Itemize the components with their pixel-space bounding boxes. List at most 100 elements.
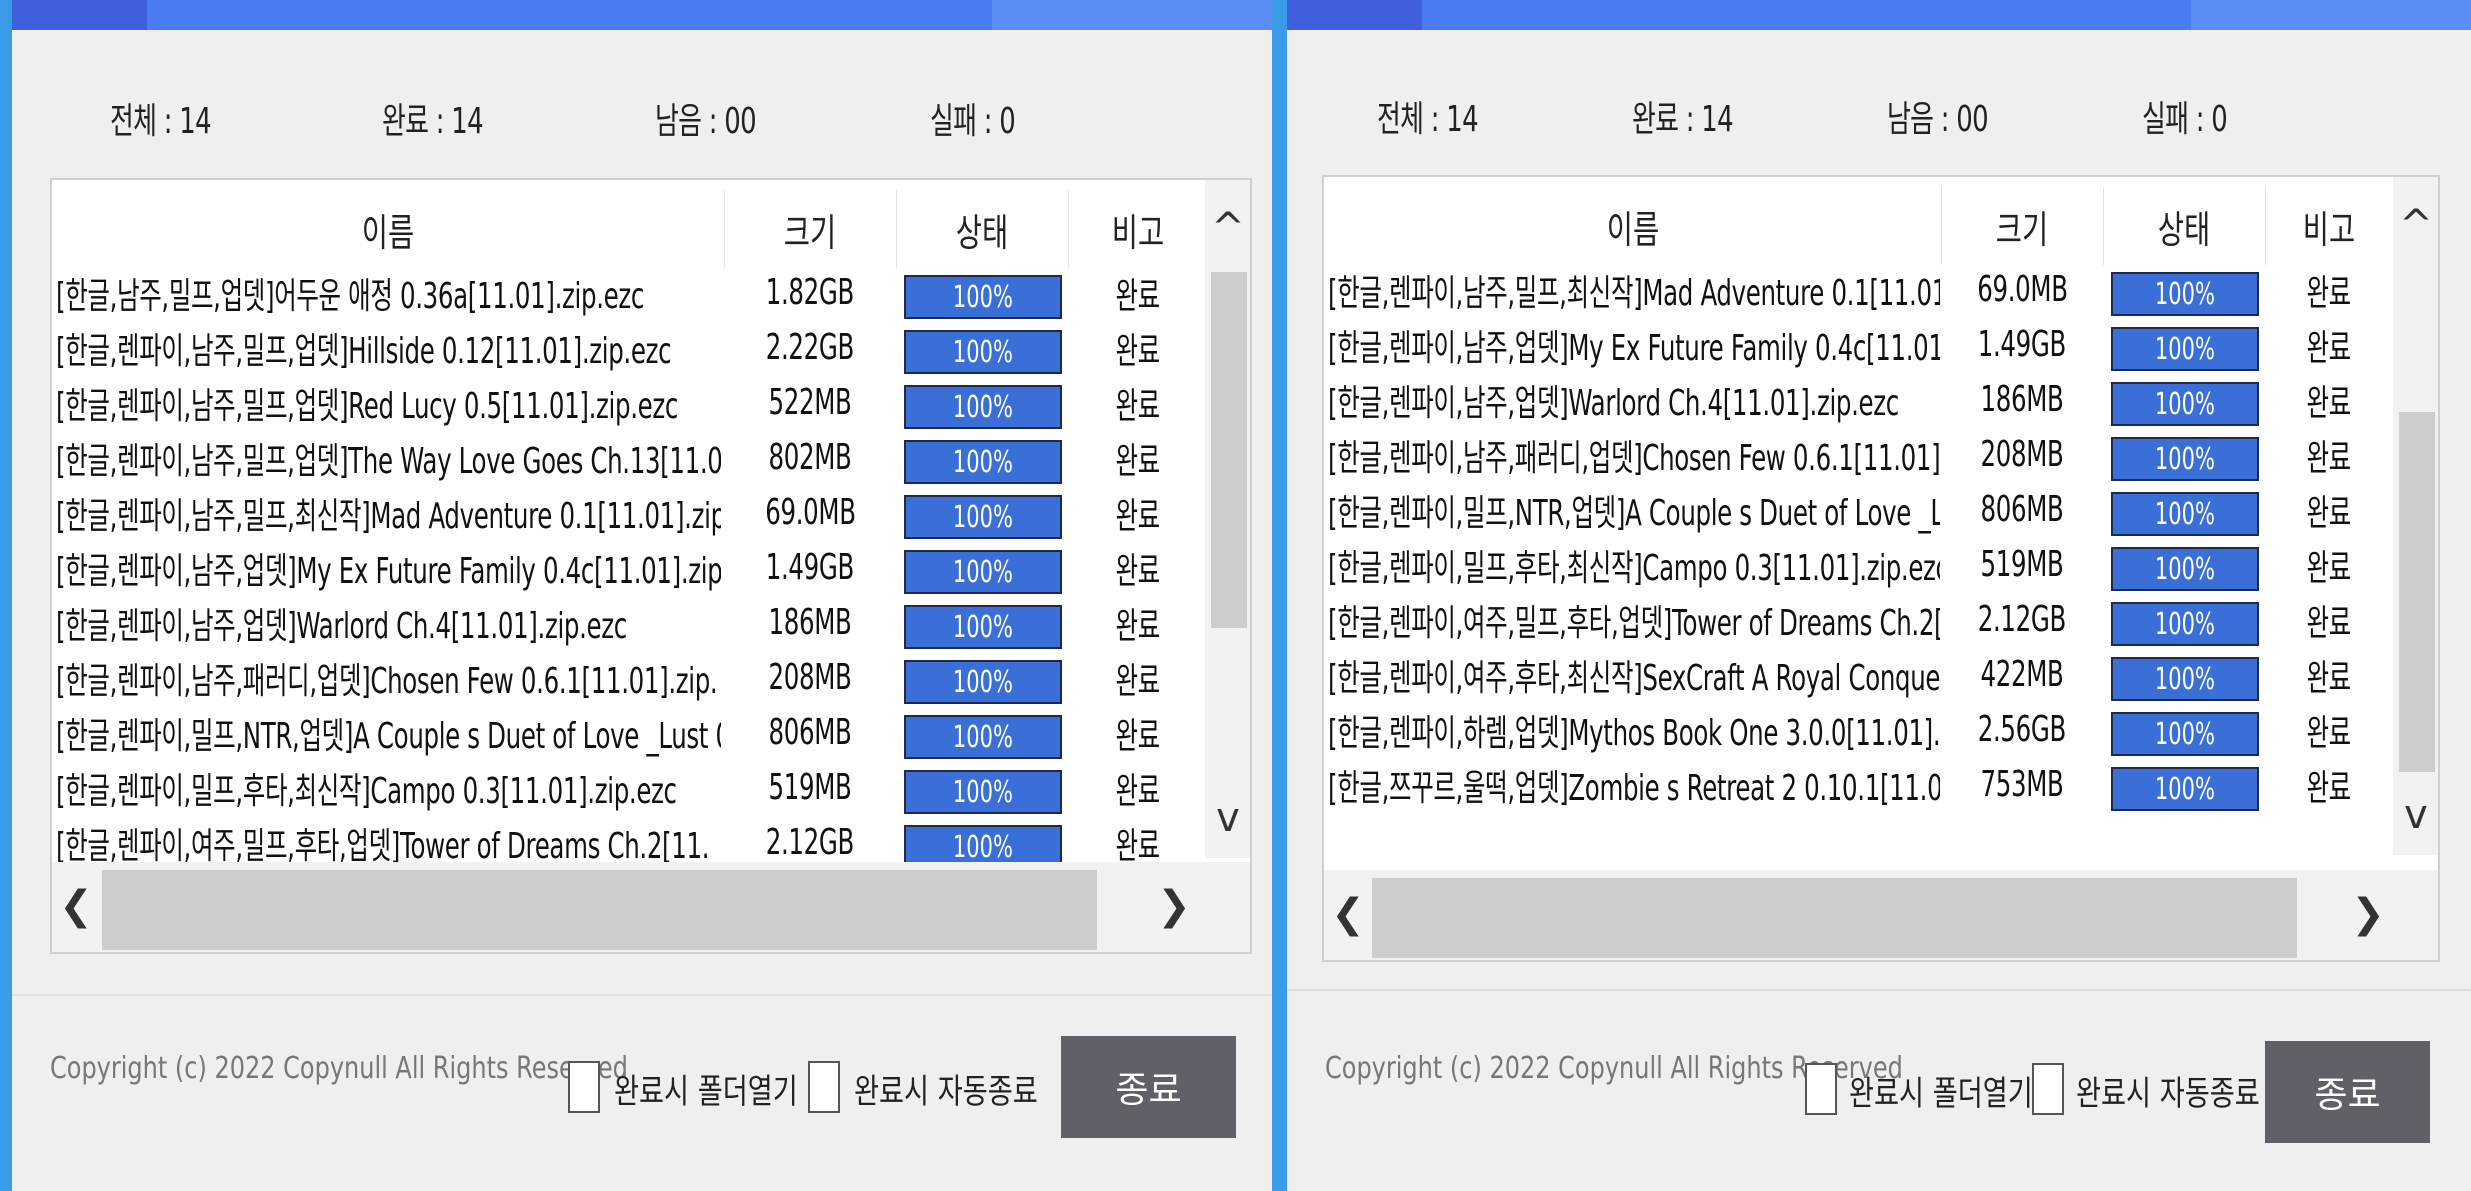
table-row[interactable]: [한글,렌파이,남주,밀프,최신작]Mad Adventure 0.1[11.0… <box>52 485 1205 540</box>
table-row[interactable]: [한글,렌파이,남주,업뎃]My Ex Future Family 0.4c[1… <box>52 540 1205 595</box>
column-header-name[interactable]: 이름 <box>1324 187 1942 265</box>
scroll-up-button[interactable]: ^ <box>2396 205 2436 245</box>
auto-exit-checkbox[interactable] <box>2032 1063 2064 1115</box>
open-folder-label: 완료시 폴더열기 <box>614 1072 798 1112</box>
chevron-right-icon: ❯ <box>2351 891 2385 937</box>
file-size-cell: 519MB <box>1980 544 2064 585</box>
exit-button[interactable]: 종료 <box>2265 1041 2430 1143</box>
scroll-right-button[interactable]: ❯ <box>1154 886 1194 926</box>
status-note-cell: 완료 <box>1115 660 1161 702</box>
file-list[interactable]: 이름 크기 상태 비고 [한글,남주,밀프,업뎃]어두운 애정 0.36a[11… <box>50 178 1252 954</box>
file-name-cell: [한글,쯔꾸르,울떡,업뎃]Zombie s Retreat 2 0.10.1[… <box>1328 767 1940 809</box>
table-row[interactable]: [한글,렌파이,남주,업뎃]Warlord Ch.4[11.01].zip.ez… <box>1324 372 2393 427</box>
table-row[interactable]: [한글,남주,밀프,업뎃]어두운 애정 0.36a[11.01].zip.ezc… <box>52 265 1205 320</box>
table-row[interactable]: [한글,렌파이,밀프,NTR,업뎃]A Couple s Duet of Lov… <box>52 705 1205 760</box>
status-note-cell: 완료 <box>1115 440 1161 482</box>
file-name-cell: [한글,남주,밀프,업뎃]어두운 애정 0.36a[11.01].zip.ezc <box>56 275 645 317</box>
horizontal-scroll-thumb[interactable] <box>1372 878 2297 958</box>
list-header: 이름 크기 상태 비고 <box>1324 177 2393 269</box>
table-row[interactable]: [한글,렌파이,남주,패러디,업뎃]Chosen Few 0.6.1[11.01… <box>1324 427 2393 482</box>
column-header-status[interactable]: 상태 <box>896 190 1069 268</box>
file-name-cell: [한글,렌파이,남주,업뎃]My Ex Future Family 0.4c[1… <box>56 550 721 592</box>
file-size-cell: 422MB <box>1980 654 2064 695</box>
progress-bar: 100% <box>904 770 1062 814</box>
chevron-down-icon: v <box>2404 792 2428 838</box>
table-row[interactable]: [한글,렌파이,여주,밀프,후타,업뎃]Tower of Dreams Ch.2… <box>1324 592 2393 647</box>
progress-bar: 100% <box>904 440 1062 484</box>
scroll-right-button[interactable]: ❯ <box>2348 894 2388 934</box>
title-bar[interactable] <box>12 0 1272 30</box>
scroll-left-button[interactable]: ❮ <box>1328 894 1368 934</box>
file-size-cell: 522MB <box>768 382 852 423</box>
table-row[interactable]: [한글,렌파이,남주,업뎃]My Ex Future Family 0.4c[1… <box>1324 317 2393 372</box>
status-note-cell: 완료 <box>2306 492 2352 534</box>
table-row[interactable]: [한글,렌파이,남주,패러디,업뎃]Chosen Few 0.6.1[11.01… <box>52 650 1205 705</box>
file-size-cell: 1.82GB <box>765 272 855 313</box>
status-note-cell: 완료 <box>1115 385 1161 427</box>
table-row[interactable]: [한글,렌파이,밀프,NTR,업뎃]A Couple s Duet of Lov… <box>1324 482 2393 537</box>
column-header-note[interactable]: 비고 <box>2265 187 2393 265</box>
progress-bar: 100% <box>2111 437 2259 481</box>
column-header-size[interactable]: 크기 <box>724 190 897 268</box>
table-row[interactable]: [한글,렌파이,남주,밀프,업뎃]Red Lucy 0.5[11.01].zip… <box>52 375 1205 430</box>
table-row[interactable]: [한글,렌파이,남주,밀프,업뎃]Hillside 0.12[11.01].zi… <box>52 320 1205 375</box>
stat-remaining: 남음 : 00 <box>1887 99 1989 140</box>
horizontal-scroll-thumb[interactable] <box>102 870 1097 950</box>
file-list[interactable]: 이름 크기 상태 비고 [한글,렌파이,남주,밀프,최신작]Mad Advent… <box>1322 175 2440 962</box>
table-row[interactable]: [한글,렌파이,밀프,후타,최신작]Campo 0.3[11.01].zip.e… <box>52 760 1205 815</box>
status-note-cell: 완료 <box>2306 547 2352 589</box>
progress-bar: 100% <box>2111 767 2259 811</box>
scroll-down-button[interactable]: v <box>1208 798 1248 838</box>
table-row[interactable]: [한글,렌파이,남주,업뎃]Warlord Ch.4[11.01].zip.ez… <box>52 595 1205 650</box>
table-row[interactable]: [한글,렌파이,여주,후타,최신작]SexCraft A Royal Conqu… <box>1324 647 2393 702</box>
progress-bar: 100% <box>904 385 1062 429</box>
stat-failed: 실패 : 0 <box>930 101 1016 142</box>
chevron-down-icon: v <box>1216 795 1240 841</box>
scroll-down-button[interactable]: v <box>2396 795 2436 835</box>
exit-button[interactable]: 종료 <box>1061 1036 1236 1138</box>
status-note-cell: 완료 <box>1115 550 1161 592</box>
progress-bar: 100% <box>904 550 1062 594</box>
vertical-scroll-thumb[interactable] <box>2399 412 2435 772</box>
auto-exit-checkbox[interactable] <box>808 1061 840 1113</box>
progress-bar: 100% <box>2111 547 2259 591</box>
progress-bar: 100% <box>2111 492 2259 536</box>
table-row[interactable]: [한글,렌파이,남주,밀프,최신작]Mad Adventure 0.1[11.0… <box>1324 262 2393 317</box>
vertical-scrollbar[interactable]: ^ v <box>2393 177 2438 855</box>
open-folder-checkbox[interactable] <box>568 1061 600 1113</box>
table-row[interactable]: [한글,렌파이,남주,밀프,업뎃]The Way Love Goes Ch.13… <box>52 430 1205 485</box>
stat-total: 전체 : 14 <box>1377 99 1479 140</box>
stat-done: 완료 : 14 <box>382 101 484 142</box>
chevron-right-icon: ❯ <box>1157 883 1191 929</box>
table-row[interactable]: [한글,쯔꾸르,울떡,업뎃]Zombie s Retreat 2 0.10.1[… <box>1324 757 2393 812</box>
file-size-cell: 519MB <box>768 767 852 808</box>
status-note-cell: 완료 <box>1115 605 1161 647</box>
stats-bar: 전체 : 14 완료 : 14 남음 : 00 실패 : 0 <box>12 92 1272 152</box>
column-header-size[interactable]: 크기 <box>1941 187 2104 265</box>
file-name-cell: [한글,렌파이,남주,패러디,업뎃]Chosen Few 0.6.1[11.01… <box>56 660 718 702</box>
horizontal-scrollbar[interactable]: ❮ ❯ <box>1324 870 2438 960</box>
horizontal-scrollbar[interactable]: ❮ ❯ <box>52 862 1250 952</box>
copyright-text: Copyright (c) 2022 Copynull All Rights R… <box>50 1051 628 1086</box>
file-size-cell: 1.49GB <box>1977 324 2067 365</box>
stat-failed: 실패 : 0 <box>2142 99 2228 140</box>
file-name-cell: [한글,렌파이,밀프,후타,최신작]Campo 0.3[11.01].zip.e… <box>1328 547 1940 589</box>
column-header-status[interactable]: 상태 <box>2103 187 2266 265</box>
table-row[interactable]: [한글,렌파이,밀프,후타,최신작]Campo 0.3[11.01].zip.e… <box>1324 537 2393 592</box>
column-header-name[interactable]: 이름 <box>52 190 725 268</box>
table-row[interactable]: [한글,렌파이,하렘,업뎃]Mythos Book One 3.0.0[11.0… <box>1324 702 2393 757</box>
title-bar[interactable] <box>1287 0 2471 30</box>
scroll-left-button[interactable]: ❮ <box>56 886 96 926</box>
vertical-scroll-thumb[interactable] <box>1211 272 1247 628</box>
file-size-cell: 753MB <box>1980 764 2064 805</box>
file-name-cell: [한글,렌파이,남주,업뎃]Warlord Ch.4[11.01].zip.ez… <box>1328 382 1899 424</box>
progress-bar: 100% <box>904 275 1062 319</box>
open-folder-label: 완료시 폴더열기 <box>1849 1074 2033 1114</box>
open-folder-checkbox[interactable] <box>1805 1063 1837 1115</box>
chevron-left-icon: ❮ <box>59 883 93 929</box>
column-header-note[interactable]: 비고 <box>1068 190 1208 268</box>
vertical-scrollbar[interactable]: ^ v <box>1205 180 1250 858</box>
status-note-cell: 완료 <box>2306 657 2352 699</box>
scroll-up-button[interactable]: ^ <box>1208 208 1248 248</box>
auto-exit-label: 완료시 자동종료 <box>854 1072 1038 1112</box>
